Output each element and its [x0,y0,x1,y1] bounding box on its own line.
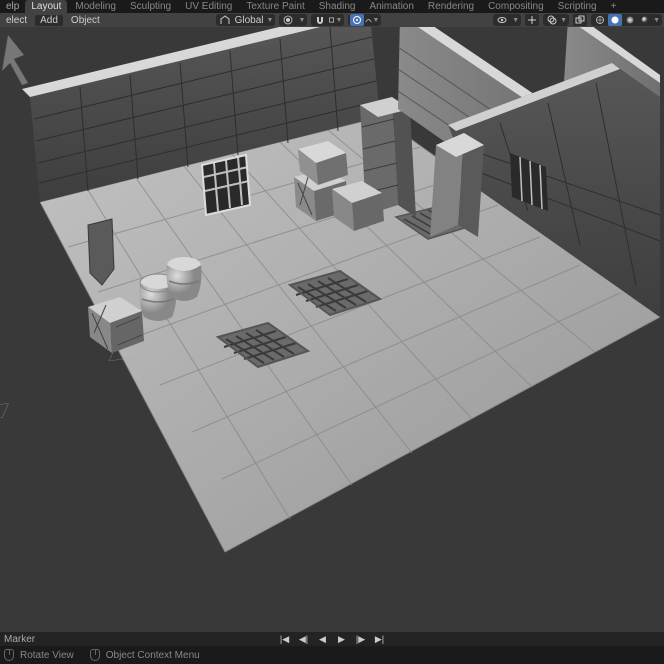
play-icon[interactable]: ▶ [334,633,350,645]
viewport-scene [0,27,664,632]
tab-compositing[interactable]: Compositing [482,0,550,13]
proportional-edit-group: ▼ [348,14,381,26]
viewport-header: elect Add Object Global ▼ ▼ ▼ ▼ [0,13,664,27]
tab-shading[interactable]: Shading [313,0,362,13]
orientation-label: Global [235,15,264,26]
shading-mode-group: ▼ [591,14,662,26]
overlay-toggle-icon[interactable] [545,14,559,26]
mouse-right-icon [90,649,100,661]
workspace-tabs: elp Layout Modeling Sculpting UV Editing… [0,0,664,13]
pivot-icon [281,14,295,26]
pillar-right [430,133,484,237]
status-hint-context: Object Context Menu [90,649,200,661]
wireframe-shading-icon[interactable] [593,14,607,26]
tab-rendering[interactable]: Rendering [422,0,480,13]
magnet-icon[interactable] [313,14,327,26]
xray-toggle-icon[interactable] [573,14,587,26]
keyframe-prev-icon[interactable]: ◀| [296,633,312,645]
status-hint-rotate: Rotate View [4,649,74,661]
chevron-down-icon: ▼ [512,17,519,24]
tab-texture-paint[interactable]: Texture Paint [240,0,310,13]
3d-viewport[interactable] [0,27,664,632]
jump-start-icon[interactable]: |◀ [277,633,293,645]
object-menu[interactable]: Object [67,15,104,26]
timeline-header: Marker |◀ ◀| ◀ ▶ |▶ ▶| [0,632,664,646]
eye-icon [495,14,509,26]
chevron-down-icon: ▼ [335,17,342,24]
gizmo-toggle-icon[interactable] [525,14,539,26]
jump-end-icon[interactable]: ▶| [372,633,388,645]
chevron-down-icon: ▼ [267,17,274,24]
tab-scripting[interactable]: Scripting [552,0,603,13]
barrel [167,257,202,301]
snap-target-dropdown[interactable]: ▼ [328,14,342,26]
pivot-point-dropdown[interactable]: ▼ [279,14,307,26]
chevron-down-icon: ▼ [653,17,660,24]
add-menu[interactable]: Add [35,15,63,26]
status-bar: Rotate View Object Context Menu [0,646,664,664]
visibility-dropdown[interactable]: ▼ [493,14,521,26]
mouse-middle-icon [4,649,14,661]
keyframe-next-icon[interactable]: |▶ [353,633,369,645]
help-menu-fragment[interactable]: elp [2,0,23,13]
solid-shading-icon[interactable] [608,14,622,26]
rendered-shading-icon[interactable] [638,14,652,26]
tab-animation[interactable]: Animation [363,0,419,13]
overlay-group: ▼ [543,14,569,26]
playback-controls: |◀ ◀| ◀ ▶ |▶ ▶| [277,633,388,645]
chevron-down-icon: ▼ [372,17,379,24]
tab-layout[interactable]: Layout [25,0,67,13]
tab-uv-editing[interactable]: UV Editing [179,0,238,13]
orientation-icon [218,14,232,26]
chevron-down-icon: ▼ [560,17,567,24]
falloff-dropdown[interactable]: ▼ [365,14,379,26]
proportional-edit-icon[interactable] [350,14,364,26]
snap-toggle-group: ▼ [311,14,344,26]
material-shading-icon[interactable] [623,14,637,26]
tab-modeling[interactable]: Modeling [69,0,122,13]
transform-orientation-dropdown[interactable]: Global ▼ [216,14,276,26]
play-reverse-icon[interactable]: ◀ [315,633,331,645]
marker-menu[interactable]: Marker [4,634,35,645]
hint-label: Object Context Menu [106,650,200,661]
hint-label: Rotate View [20,650,74,661]
add-workspace-icon[interactable]: + [605,1,623,12]
tab-sculpting[interactable]: Sculpting [124,0,177,13]
chevron-down-icon: ▼ [298,17,305,24]
select-menu[interactable]: elect [2,15,31,26]
